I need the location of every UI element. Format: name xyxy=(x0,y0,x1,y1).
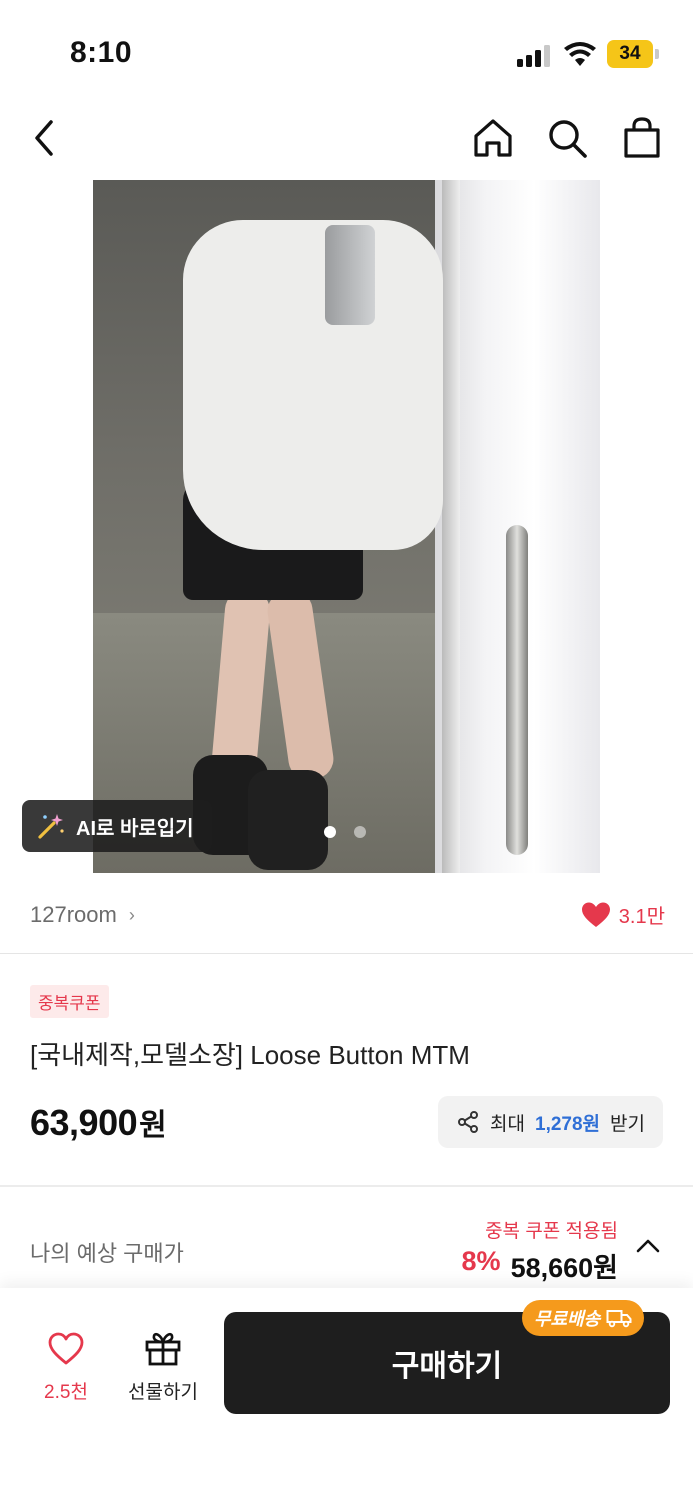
wishlist-count: 2.5천 xyxy=(44,1382,88,1403)
gift-icon xyxy=(145,1332,181,1366)
store-like-button[interactable]: 3.1만 xyxy=(581,900,665,929)
coupon-tag: 중복쿠폰 xyxy=(30,985,109,1018)
price-value: 63,900 xyxy=(30,1102,138,1143)
home-button[interactable] xyxy=(467,112,519,164)
get-coupon-button[interactable]: 최대 1,278원 받기 xyxy=(438,1096,663,1148)
coupon-suffix: 받기 xyxy=(610,1113,645,1135)
truck-icon xyxy=(606,1310,632,1328)
carousel-dot-active[interactable] xyxy=(324,826,336,838)
carousel-dot[interactable] xyxy=(354,826,366,838)
estimated-price-value: 58,660원 xyxy=(510,1253,618,1283)
chevron-up-icon[interactable] xyxy=(635,1236,661,1256)
wifi-icon xyxy=(564,42,596,66)
price-unit: 원 xyxy=(139,1109,167,1142)
battery-icon: 34 xyxy=(607,40,659,68)
ai-try-on-button[interactable]: AI로 바로입기 xyxy=(22,800,212,852)
signal-icon xyxy=(517,45,551,67)
free-shipping-badge: 무료배송 xyxy=(522,1300,645,1336)
chevron-right-icon: › xyxy=(128,904,135,925)
gift-button[interactable]: 선물하기 xyxy=(120,1330,206,1404)
status-bar: 8:10 34 xyxy=(0,0,693,100)
wishlist-button[interactable]: 2.5천 xyxy=(30,1332,102,1404)
cart-button[interactable] xyxy=(616,112,668,164)
battery-level: 34 xyxy=(607,40,653,68)
product-price: 63,900원 xyxy=(30,1100,167,1144)
store-row: 127room › 3.1만 xyxy=(0,880,693,954)
coupon-applied-text: 중복 쿠폰 적용됨 xyxy=(485,1221,618,1242)
heart-outline-icon xyxy=(48,1332,84,1365)
store-link[interactable]: 127room › xyxy=(30,902,135,928)
back-button[interactable] xyxy=(18,112,70,164)
top-nav xyxy=(0,100,693,176)
section-divider xyxy=(0,1185,693,1187)
store-name: 127room xyxy=(30,902,117,927)
estimated-price: 8% 58,660원 xyxy=(462,1246,618,1285)
home-icon xyxy=(474,119,512,157)
bottom-action-bar: 2.5천 선물하기 구매하기 무료배송 xyxy=(0,1288,693,1500)
coupon-prefix: 최대 xyxy=(490,1113,525,1135)
status-time: 8:10 xyxy=(70,36,133,69)
coupon-amount: 1,278원 xyxy=(535,1113,601,1135)
product-photo xyxy=(93,180,600,873)
back-icon xyxy=(35,120,53,156)
carousel-indicator xyxy=(324,826,366,838)
store-like-count: 3.1만 xyxy=(618,906,665,928)
share-icon xyxy=(458,1111,479,1133)
search-button[interactable] xyxy=(541,112,593,164)
shopping-bag-icon xyxy=(624,117,660,158)
search-icon xyxy=(549,120,587,158)
ai-try-on-label: AI로 바로입기 xyxy=(76,817,194,840)
product-image-carousel[interactable]: AI로 바로입기 xyxy=(0,180,693,873)
heart-filled-icon xyxy=(581,902,610,927)
free-shipping-label: 무료배송 xyxy=(534,1309,601,1329)
magic-wand-icon xyxy=(38,814,64,839)
product-title: [국내제작,모델소장] Loose Button MTM xyxy=(30,1040,470,1070)
estimated-price-label: 나의 예상 구매가 xyxy=(30,1241,184,1266)
gift-label: 선물하기 xyxy=(128,1382,198,1403)
discount-percent: 8% xyxy=(461,1246,501,1276)
